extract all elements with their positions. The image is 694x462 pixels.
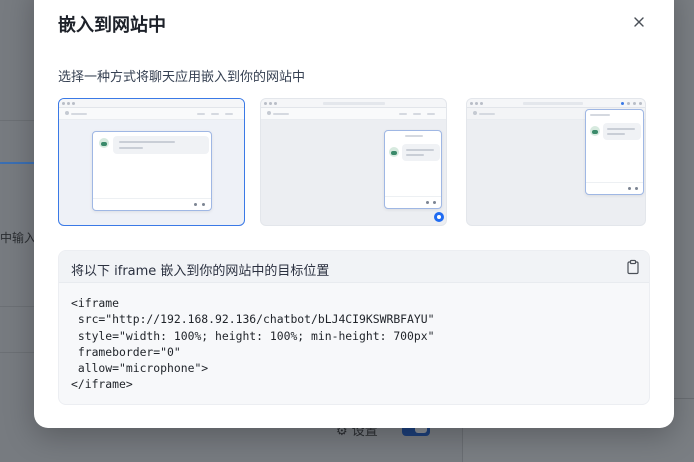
mini-chat-window: [384, 130, 442, 209]
mini-chat-window: [585, 109, 644, 195]
background-divider: [0, 120, 34, 121]
embed-code-snippet[interactable]: <iframe src="http://192.168.92.136/chatb…: [71, 295, 434, 393]
background-active-tab-indicator: [0, 162, 34, 164]
browser-bar: [467, 99, 645, 108]
embed-modal: 嵌入到网站中 选择一种方式将聊天应用嵌入到你的网站中 将以下 iframe 嵌入…: [34, 0, 674, 428]
embed-option-extension[interactable]: [466, 98, 646, 226]
browser-bar: [59, 99, 244, 108]
bot-avatar-icon: [590, 126, 600, 136]
embed-option-bubble[interactable]: [260, 98, 447, 226]
background-divider: [0, 306, 34, 307]
background-input-label: 中输入: [0, 231, 37, 245]
embed-option-fullpage[interactable]: [58, 98, 245, 226]
chat-bubble-icon: [434, 212, 444, 222]
background-divider: [0, 352, 34, 353]
modal-title: 嵌入到网站中: [58, 15, 166, 36]
copy-button[interactable]: [625, 259, 641, 275]
browser-bar: [261, 99, 446, 108]
modal-subtitle: 选择一种方式将聊天应用嵌入到你的网站中: [58, 70, 306, 85]
close-button[interactable]: [630, 13, 648, 31]
code-card-label: 将以下 iframe 嵌入到你的网站中的目标位置: [71, 264, 330, 279]
bot-avatar-icon: [99, 138, 109, 148]
code-card-header: 将以下 iframe 嵌入到你的网站中的目标位置: [59, 251, 649, 283]
clipboard-icon: [627, 259, 639, 275]
close-icon: [634, 17, 644, 27]
mini-chat-window: [92, 131, 212, 211]
bot-avatar-icon: [389, 147, 399, 157]
mini-site-header: [261, 108, 446, 120]
embed-code-card: 将以下 iframe 嵌入到你的网站中的目标位置 <iframe src="ht…: [58, 250, 650, 405]
mini-site-header: [59, 108, 244, 120]
